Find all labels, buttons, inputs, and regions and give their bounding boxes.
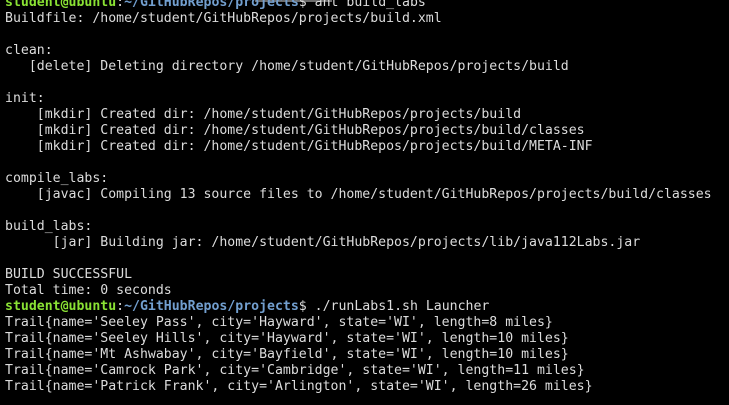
output-line: [javac] Compiling 13 source files to /ho…: [5, 187, 712, 202]
command-run-labs: ./runLabs1.sh Launcher: [306, 299, 490, 314]
output-line: [delete] Deleting directory /home/studen…: [5, 59, 569, 74]
output-line: [jar] Building jar: /home/student/GitHub…: [5, 235, 641, 250]
output-line: Buildfile: /home/student/GitHubRepos/pro…: [5, 11, 442, 26]
prompt-symbol: $: [298, 299, 307, 314]
prompt-path: ~/GitHubRepos/projects: [124, 0, 299, 10]
terminal-window[interactable]: student@ubuntu:~/GitHubRepos/projects$ a…: [5, 0, 729, 395]
prompt-user-host: student@ubuntu: [5, 299, 117, 314]
output-line: build_labs:: [5, 219, 93, 234]
trail-line: Trail{name='Mt Ashwabay', city='Bayfield…: [5, 347, 569, 362]
prompt-separator: :: [116, 299, 125, 314]
output-line: [mkdir] Created dir: /home/student/GitHu…: [5, 107, 522, 122]
output-line: clean:: [5, 43, 53, 58]
prompt-line-1: student@ubuntu:~/GitHubRepos/projects$ a…: [5, 0, 729, 11]
output-line: compile_labs:: [5, 171, 109, 186]
prompt-line-2: student@ubuntu:~/GitHubRepos/projects$ .…: [5, 299, 729, 315]
prompt-symbol: $: [298, 0, 307, 10]
prompt-user-host: student@ubuntu: [5, 0, 117, 10]
trail-line: Trail{name='Patrick Frank', city='Arling…: [5, 379, 593, 394]
output-line: [mkdir] Created dir: /home/student/GitHu…: [5, 139, 593, 154]
trail-line: Trail{name='Seeley Hills', city='Hayward…: [5, 331, 569, 346]
trail-line: Trail{name='Camrock Park', city='Cambrid…: [5, 363, 585, 378]
total-time: Total time: 0 seconds: [5, 283, 172, 298]
prompt-path: ~/GitHubRepos/projects: [124, 299, 299, 314]
command-ant-build: ant build_labs: [306, 0, 426, 10]
output-line: init:: [5, 91, 45, 106]
prompt-separator: :: [116, 0, 125, 10]
output-line: [mkdir] Created dir: /home/student/GitHu…: [5, 123, 585, 138]
trail-line: Trail{name='Seeley Pass', city='Hayward'…: [5, 315, 553, 330]
build-status: BUILD SUCCESSFUL: [5, 267, 133, 282]
